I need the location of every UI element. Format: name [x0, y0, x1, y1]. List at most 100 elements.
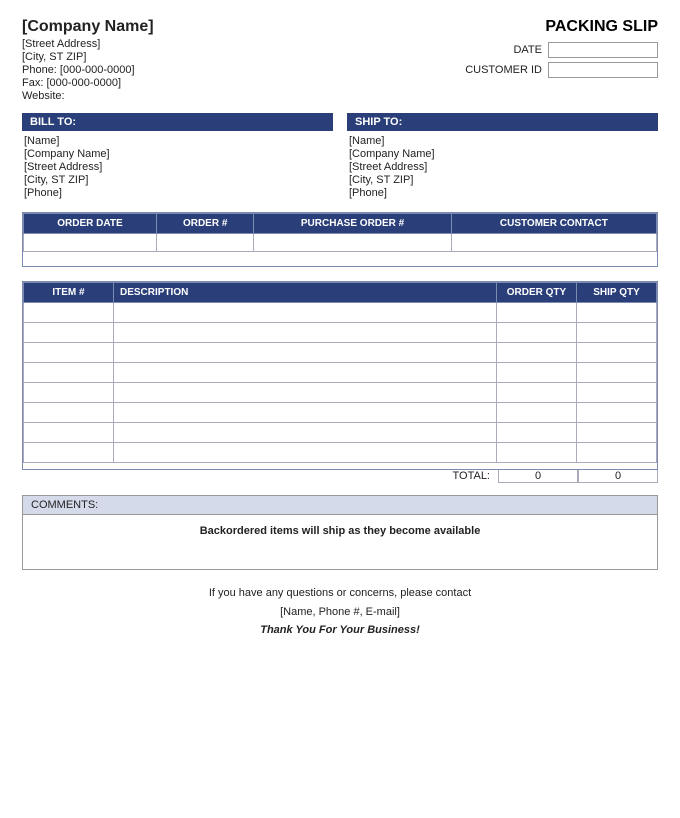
- desc-cell[interactable]: [114, 303, 497, 323]
- order-qty-cell[interactable]: [497, 363, 577, 383]
- ship-to-phone: [Phone]: [347, 187, 658, 199]
- comments-header: COMMENTS:: [23, 496, 657, 515]
- order-qty-cell[interactable]: [497, 303, 577, 323]
- order-qty-cell[interactable]: [497, 403, 577, 423]
- customer-id-label: CUSTOMER ID: [462, 64, 542, 76]
- order-table: ORDER DATE ORDER # PURCHASE ORDER # CUST…: [23, 213, 657, 252]
- desc-cell[interactable]: [114, 383, 497, 403]
- order-qty-cell[interactable]: [497, 423, 577, 443]
- ship-qty-cell[interactable]: [577, 363, 657, 383]
- bill-to-company: [Company Name]: [22, 148, 333, 160]
- company-name: [Company Name]: [22, 18, 154, 36]
- col-purchase-order: PURCHASE ORDER #: [254, 214, 451, 234]
- comments-body: Backordered items will ship as they beco…: [23, 515, 657, 569]
- col-ship-qty: SHIP QTY: [577, 283, 657, 303]
- desc-cell[interactable]: [114, 343, 497, 363]
- item-num-cell[interactable]: [24, 343, 114, 363]
- order-table-wrapper: ORDER DATE ORDER # PURCHASE ORDER # CUST…: [22, 212, 658, 267]
- table-row: [24, 363, 657, 383]
- order-table-header-row: ORDER DATE ORDER # PURCHASE ORDER # CUST…: [24, 214, 657, 234]
- ship-to-address: [Street Address]: [347, 161, 658, 173]
- ship-to-header: SHIP TO:: [347, 113, 658, 131]
- bill-to-name: [Name]: [22, 135, 333, 147]
- bill-ship-row: BILL TO: [Name] [Company Name] [Street A…: [22, 113, 658, 200]
- order-table-data-row: [24, 234, 657, 252]
- desc-cell[interactable]: [114, 363, 497, 383]
- total-ship-qty-value: 0: [578, 470, 658, 483]
- item-num-cell[interactable]: [24, 363, 114, 383]
- col-customer-contact: CUSTOMER CONTACT: [451, 214, 656, 234]
- ship-to-company: [Company Name]: [347, 148, 658, 160]
- col-order-qty: ORDER QTY: [497, 283, 577, 303]
- col-order-num: ORDER #: [156, 214, 253, 234]
- items-table-wrapper: ITEM # DESCRIPTION ORDER QTY SHIP QTY: [22, 281, 658, 470]
- header: [Company Name] [Street Address] [City, S…: [22, 18, 658, 103]
- item-num-cell[interactable]: [24, 383, 114, 403]
- item-num-cell[interactable]: [24, 303, 114, 323]
- customer-contact-cell[interactable]: [451, 234, 656, 252]
- date-input[interactable]: [548, 42, 658, 58]
- ship-qty-cell[interactable]: [577, 343, 657, 363]
- item-num-cell[interactable]: [24, 423, 114, 443]
- ship-qty-cell[interactable]: [577, 303, 657, 323]
- col-order-date: ORDER DATE: [24, 214, 157, 234]
- table-row: [24, 323, 657, 343]
- item-num-cell[interactable]: [24, 403, 114, 423]
- footer-thank-you: Thank You For Your Business!: [22, 621, 658, 640]
- company-website: Website:: [22, 90, 154, 102]
- table-row: [24, 423, 657, 443]
- order-qty-cell[interactable]: [497, 343, 577, 363]
- ship-qty-cell[interactable]: [577, 383, 657, 403]
- table-row: [24, 403, 657, 423]
- items-header-row: ITEM # DESCRIPTION ORDER QTY SHIP QTY: [24, 283, 657, 303]
- ship-to-city: [City, ST ZIP]: [347, 174, 658, 186]
- footer: If you have any questions or concerns, p…: [22, 584, 658, 640]
- total-row: TOTAL: 0 0: [22, 470, 658, 483]
- order-qty-cell[interactable]: [497, 383, 577, 403]
- total-label: TOTAL:: [118, 470, 498, 483]
- footer-line1: If you have any questions or concerns, p…: [22, 584, 658, 603]
- packing-slip-title: PACKING SLIP: [462, 18, 658, 36]
- company-info: [Company Name] [Street Address] [City, S…: [22, 18, 154, 103]
- table-row: [24, 443, 657, 463]
- footer-line2: [Name, Phone #, E-mail]: [22, 603, 658, 622]
- desc-cell[interactable]: [114, 323, 497, 343]
- item-num-cell[interactable]: [24, 323, 114, 343]
- item-num-cell[interactable]: [24, 443, 114, 463]
- ship-qty-cell[interactable]: [577, 443, 657, 463]
- company-fax: Fax: [000-000-0000]: [22, 77, 154, 89]
- order-num-cell[interactable]: [156, 234, 253, 252]
- purchase-order-cell[interactable]: [254, 234, 451, 252]
- ship-qty-cell[interactable]: [577, 403, 657, 423]
- table-row: [24, 383, 657, 403]
- bill-to-body: [Name] [Company Name] [Street Address] […: [22, 135, 333, 199]
- bill-to-address: [Street Address]: [22, 161, 333, 173]
- col-description: DESCRIPTION: [114, 283, 497, 303]
- order-qty-cell[interactable]: [497, 443, 577, 463]
- ship-to-body: [Name] [Company Name] [Street Address] […: [347, 135, 658, 199]
- date-row: DATE: [462, 42, 658, 58]
- bill-to-header: BILL TO:: [22, 113, 333, 131]
- order-qty-cell[interactable]: [497, 323, 577, 343]
- date-label: DATE: [462, 44, 542, 56]
- ship-to-name: [Name]: [347, 135, 658, 147]
- bill-to-phone: [Phone]: [22, 187, 333, 199]
- desc-cell[interactable]: [114, 443, 497, 463]
- company-phone: Phone: [000-000-0000]: [22, 64, 154, 76]
- comments-section: COMMENTS: Backordered items will ship as…: [22, 495, 658, 570]
- table-row: [24, 343, 657, 363]
- company-address: [Street Address]: [22, 38, 154, 50]
- desc-cell[interactable]: [114, 423, 497, 443]
- date-customer-block: DATE CUSTOMER ID: [462, 42, 658, 78]
- order-date-cell[interactable]: [24, 234, 157, 252]
- bill-to-city: [City, ST ZIP]: [22, 174, 333, 186]
- customer-id-row: CUSTOMER ID: [462, 62, 658, 78]
- items-table: ITEM # DESCRIPTION ORDER QTY SHIP QTY: [23, 282, 657, 463]
- desc-cell[interactable]: [114, 403, 497, 423]
- packing-slip-right: PACKING SLIP DATE CUSTOMER ID: [462, 18, 658, 82]
- bill-to-block: BILL TO: [Name] [Company Name] [Street A…: [22, 113, 333, 200]
- customer-id-input[interactable]: [548, 62, 658, 78]
- ship-qty-cell[interactable]: [577, 323, 657, 343]
- col-item-num: ITEM #: [24, 283, 114, 303]
- ship-qty-cell[interactable]: [577, 423, 657, 443]
